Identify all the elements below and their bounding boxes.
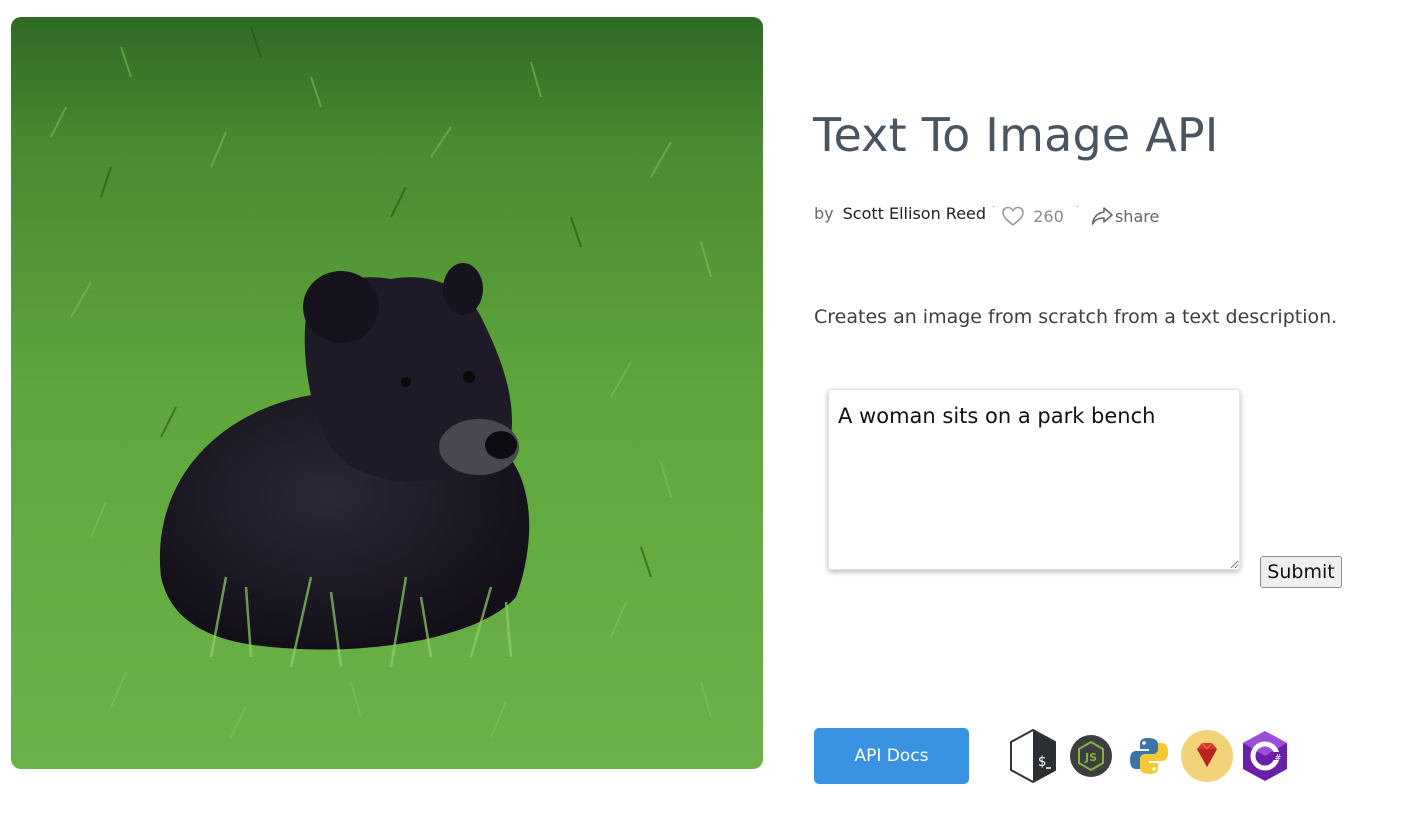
ruby-icon[interactable] bbox=[1178, 728, 1236, 784]
page: Text To Image API by Scott Ellison Reed … bbox=[0, 0, 1413, 828]
share-button[interactable]: share bbox=[1091, 207, 1159, 226]
svg-text:#: # bbox=[1275, 753, 1282, 762]
api-description: Creates an image from scratch from a tex… bbox=[814, 306, 1338, 328]
csharp-icon[interactable]: # bbox=[1236, 728, 1294, 784]
language-icons: $ JS # bbox=[1004, 728, 1294, 784]
bear-photo bbox=[11, 17, 763, 769]
svg-text:$: $ bbox=[1038, 754, 1046, 770]
heart-icon bbox=[1002, 206, 1025, 226]
api-docs-button[interactable]: API Docs bbox=[814, 728, 969, 784]
share-label: share bbox=[1114, 206, 1160, 226]
prompt-input[interactable]: A woman sits on a park bench bbox=[828, 389, 1240, 570]
likes-count: 260 bbox=[1033, 206, 1064, 226]
page-title: Text To Image API bbox=[813, 108, 1219, 162]
python-icon[interactable] bbox=[1120, 728, 1178, 784]
author-meta: by Scott Ellison Reed · 260 · share bbox=[814, 198, 1159, 228]
nodejs-icon[interactable]: JS bbox=[1062, 728, 1120, 784]
bash-icon[interactable]: $ bbox=[1004, 728, 1062, 784]
author-link[interactable]: Scott Ellison Reed bbox=[843, 204, 986, 223]
separator-dot: · bbox=[1075, 201, 1079, 213]
by-label: by bbox=[814, 203, 834, 223]
share-arrow-icon bbox=[1091, 207, 1113, 225]
separator-dot: · bbox=[992, 201, 996, 213]
generated-image bbox=[11, 17, 763, 769]
svg-text:JS: JS bbox=[1084, 751, 1097, 764]
submit-button[interactable]: Submit bbox=[1260, 556, 1342, 588]
like-button[interactable]: 260 bbox=[1001, 206, 1064, 227]
